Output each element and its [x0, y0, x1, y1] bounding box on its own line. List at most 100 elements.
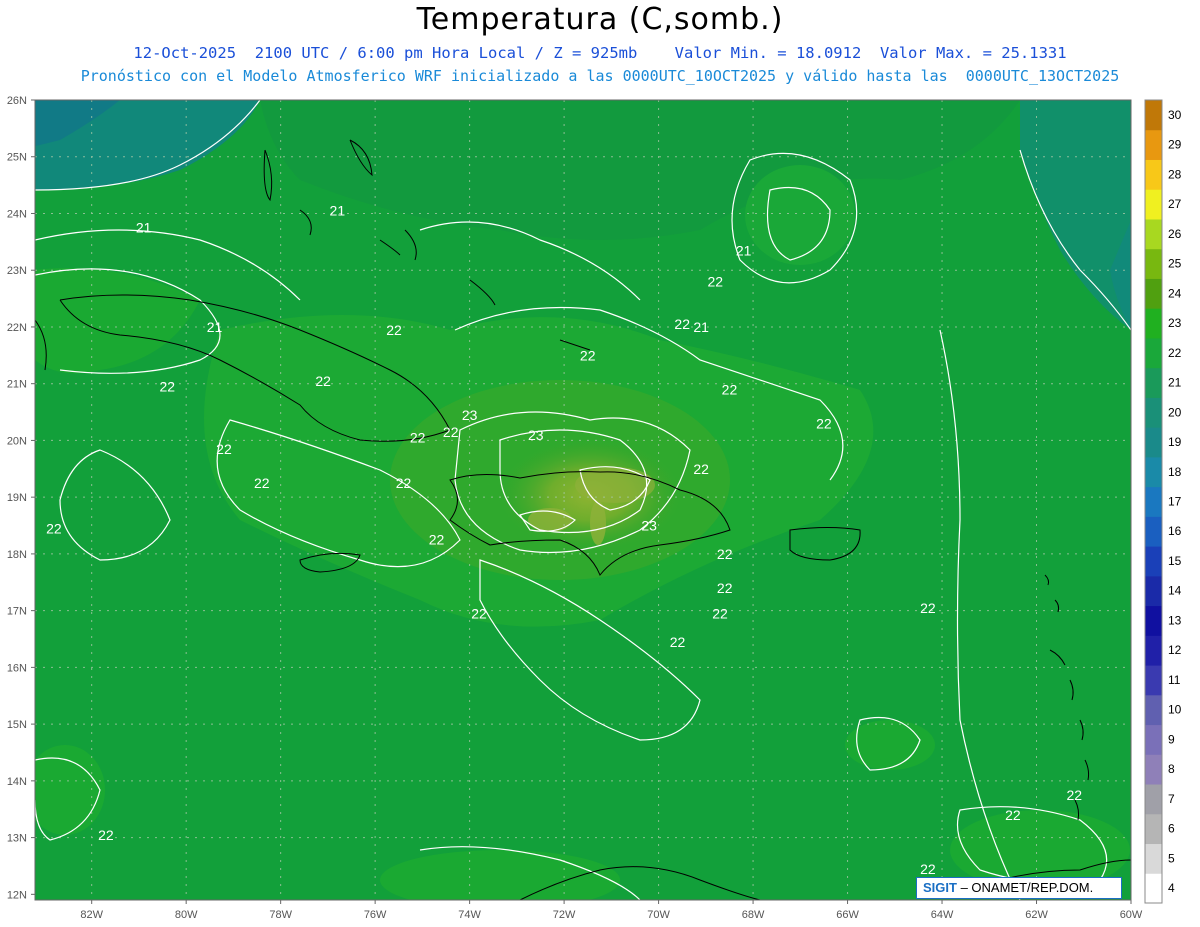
- lat-label: 19N: [7, 492, 27, 504]
- contour-label: 22: [670, 634, 686, 650]
- colorbar-label: 26: [1168, 227, 1182, 241]
- contour-label: 22: [254, 475, 270, 491]
- colorbar-swatch: [1145, 397, 1162, 428]
- contour-label: 22: [717, 580, 733, 596]
- colorbar-swatch: [1145, 665, 1162, 696]
- contour-label: 22: [46, 520, 62, 536]
- colorbar-label: 22: [1168, 346, 1182, 360]
- lat-label: 21N: [7, 379, 27, 391]
- contour-label: 22: [816, 415, 832, 431]
- lat-label: 14N: [7, 776, 27, 788]
- map-title: Temperatura (C,somb.): [416, 2, 784, 37]
- contour-label: 22: [722, 381, 738, 397]
- lon-label: 60W: [1120, 909, 1143, 921]
- colorbar-label: 18: [1168, 465, 1182, 479]
- colorbar-swatch: [1145, 694, 1162, 726]
- colorbar-label: 27: [1168, 197, 1182, 211]
- contour-label: 21: [693, 319, 709, 335]
- colorbar: 4 5 6 7 8 9 10 11 12 13 14 15 16 17 18 19 20 21 22 23 24 25 26…: [1144, 99, 1182, 904]
- lat-label: 18N: [7, 549, 27, 561]
- colorbar-label: 29: [1168, 138, 1182, 152]
- colorbar-swatch: [1145, 278, 1162, 309]
- lat-label: 25N: [7, 152, 27, 164]
- colorbar-label: 5: [1168, 851, 1175, 865]
- colorbar-swatch: [1145, 873, 1162, 904]
- contour-label: 23: [462, 407, 478, 423]
- colorbar-swatch: [1145, 575, 1162, 607]
- contour-label: 23: [528, 427, 544, 443]
- colorbar-label: 12: [1168, 643, 1182, 657]
- lon-label: 82W: [80, 909, 103, 921]
- colorbar-swatch: [1145, 605, 1162, 636]
- colorbar-label: 25: [1168, 257, 1182, 271]
- contour-label: 22: [1067, 787, 1083, 803]
- contour-label: 22: [471, 605, 487, 621]
- lat-label: 17N: [7, 606, 27, 618]
- colorbar-label: 17: [1168, 495, 1182, 509]
- temperature-map: 212121 222222222222 2222222223232222222222…: [7, 95, 1182, 921]
- credit-text: – ONAMET/REP.DOM.: [960, 880, 1094, 895]
- colorbar-label: 13: [1168, 613, 1182, 627]
- contour-label: 22: [1005, 807, 1021, 823]
- colorbar-label: 7: [1168, 792, 1175, 806]
- colorbar-label: 24: [1168, 286, 1182, 300]
- contour-label: 21: [736, 242, 752, 258]
- lat-label: 26N: [7, 95, 27, 107]
- contour-label: 22: [674, 316, 690, 332]
- colorbar-swatch: [1145, 813, 1162, 845]
- contour-label: 22: [693, 461, 709, 477]
- colorbar-label: 4: [1168, 881, 1175, 895]
- lon-label: 70W: [647, 909, 670, 921]
- contour-label: 22: [386, 322, 402, 338]
- colorbar-label: 14: [1168, 584, 1182, 598]
- shaded-field: 212121 222222222222 2222222223232222222222…: [35, 100, 1131, 900]
- contour-label: 21: [136, 220, 152, 236]
- colorbar-swatch: [1145, 427, 1162, 458]
- subtitle-valid-time: 12-Oct-2025 2100 UTC / 6:00 pm Hora Loca…: [133, 44, 1067, 62]
- colorbar-label: 23: [1168, 316, 1182, 330]
- colorbar-swatch: [1145, 635, 1162, 666]
- colorbar-swatch: [1145, 456, 1162, 488]
- colorbar-label: 19: [1168, 435, 1182, 449]
- contour-label: 22: [315, 373, 331, 389]
- lat-label: 23N: [7, 265, 27, 277]
- lat-label: 15N: [7, 719, 27, 731]
- colorbar-swatch: [1145, 784, 1162, 815]
- colorbar-label: 21: [1168, 376, 1182, 390]
- contour-label: 22: [216, 441, 232, 457]
- colorbar-swatch: [1145, 218, 1162, 250]
- lon-label: 74W: [458, 909, 481, 921]
- credit-box: SIGIT – ONAMET/REP.DOM.: [916, 877, 1122, 899]
- colorbar-label: 9: [1168, 732, 1175, 746]
- contour-label: 22: [712, 605, 728, 621]
- lon-label: 76W: [364, 909, 387, 921]
- latitude-axis: 26N 25N 24N 23N 22N 21N 20N 19N 18N 17N 16N 15N 14N 1…: [7, 95, 35, 901]
- colorbar-label: 6: [1168, 822, 1175, 836]
- colorbar-swatch: [1145, 754, 1162, 785]
- colorbar-swatch: [1145, 129, 1162, 160]
- colorbar-swatch: [1145, 337, 1162, 369]
- contour-label: 22: [707, 274, 723, 290]
- lat-label: 24N: [7, 208, 27, 220]
- lat-label: 20N: [7, 435, 27, 447]
- colorbar-label: 11: [1168, 673, 1181, 687]
- lon-label: 64W: [931, 909, 954, 921]
- lon-label: 62W: [1025, 909, 1048, 921]
- lat-label: 13N: [7, 833, 27, 845]
- colorbar-swatch: [1145, 546, 1162, 577]
- contour-label: 22: [159, 379, 175, 395]
- colorbar-swatch: [1145, 486, 1162, 517]
- lon-label: 66W: [836, 909, 859, 921]
- colorbar-label: 16: [1168, 524, 1182, 538]
- colorbar-label: 28: [1168, 167, 1182, 181]
- contour-label: 22: [717, 546, 733, 562]
- sigit-logo: SIGIT: [923, 880, 957, 895]
- colorbar-swatch: [1145, 308, 1162, 339]
- contour-label: 22: [920, 861, 936, 877]
- contour-label: 22: [920, 600, 936, 616]
- contour-label: 21: [207, 319, 223, 335]
- contour-label: 23: [641, 518, 657, 534]
- colorbar-swatch: [1145, 516, 1162, 547]
- lon-label: 80W: [175, 909, 198, 921]
- lon-label: 68W: [742, 909, 765, 921]
